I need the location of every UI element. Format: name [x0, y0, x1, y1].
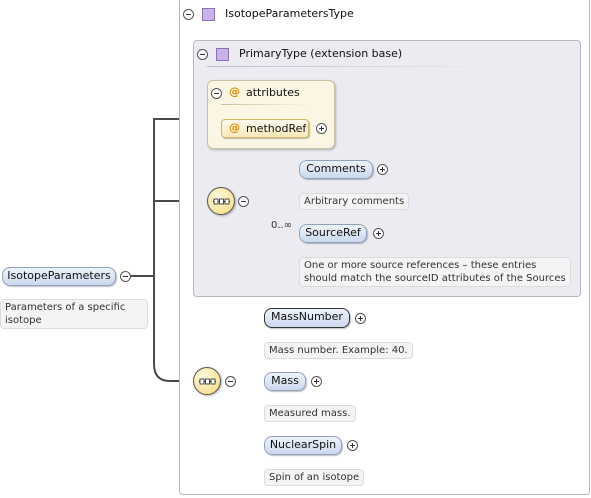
doc-line: One or more source references – these en…: [304, 260, 537, 271]
separator: [207, 66, 497, 67]
occurrence-label: 0..∞: [271, 220, 293, 231]
element-massnumber[interactable]: MassNumber: [264, 308, 350, 328]
element-isotopeparameters[interactable]: IsotopeParameters: [2, 267, 116, 286]
element-sourceref[interactable]: SourceRef: [299, 224, 367, 243]
root-doc: Parameters of a specific isotope: [0, 299, 148, 329]
doc-line: Mass number. Example: 40.: [269, 345, 408, 356]
plus-circle-icon[interactable]: [316, 123, 327, 134]
doc-line: Measured mass.: [269, 408, 351, 419]
separator: [221, 104, 309, 105]
doc-line: isotope: [5, 315, 42, 326]
sequence-glyph: [199, 378, 216, 385]
attributes-label: attributes: [246, 86, 300, 99]
plus-circle-icon[interactable]: [373, 228, 384, 239]
doc-line: Spin of an isotope: [269, 472, 360, 483]
element-nuclearspin[interactable]: NuclearSpin: [264, 436, 342, 455]
element-comments[interactable]: Comments: [299, 160, 373, 179]
complex-type-square-icon: [202, 8, 215, 21]
collapse-icon[interactable]: [225, 376, 236, 387]
extension-label: PrimaryType (extension base): [239, 47, 403, 60]
plus-circle-icon[interactable]: [311, 376, 322, 387]
complex-type-name: IsotopeParametersType: [225, 7, 354, 20]
complex-type-square-icon: [216, 48, 229, 61]
plus-circle-icon[interactable]: [355, 313, 366, 324]
collapse-icon[interactable]: [211, 88, 222, 99]
at-sign-icon: @: [229, 85, 240, 98]
sourceref-doc: One or more source references – these en…: [299, 257, 571, 287]
attribute-methodref[interactable]: @ methodRef: [221, 119, 309, 138]
comments-doc: Arbitrary comments: [299, 193, 410, 210]
element-mass[interactable]: Mass: [264, 372, 306, 391]
doc-line: Arbitrary comments: [304, 196, 405, 207]
collapse-icon[interactable]: [183, 9, 194, 20]
sequence-compositor-icon[interactable]: [207, 187, 235, 215]
plus-circle-icon[interactable]: [377, 164, 388, 175]
sequence-compositor-icon[interactable]: [193, 367, 221, 395]
doc-line: Parameters of a specific: [5, 302, 126, 313]
plus-circle-icon[interactable]: [347, 440, 358, 451]
sequence-glyph: [213, 198, 230, 205]
doc-line: should match the sourceID attributes of …: [304, 273, 566, 284]
collapse-icon[interactable]: [197, 49, 208, 60]
attribute-name: methodRef: [246, 122, 307, 135]
collapse-icon[interactable]: [120, 271, 131, 282]
at-sign-icon: @: [229, 121, 240, 134]
collapse-icon[interactable]: [238, 196, 249, 207]
mass-doc: Measured mass.: [264, 405, 356, 422]
massnumber-doc: Mass number. Example: 40.: [264, 342, 413, 359]
nuclearspin-doc: Spin of an isotope: [264, 469, 365, 486]
